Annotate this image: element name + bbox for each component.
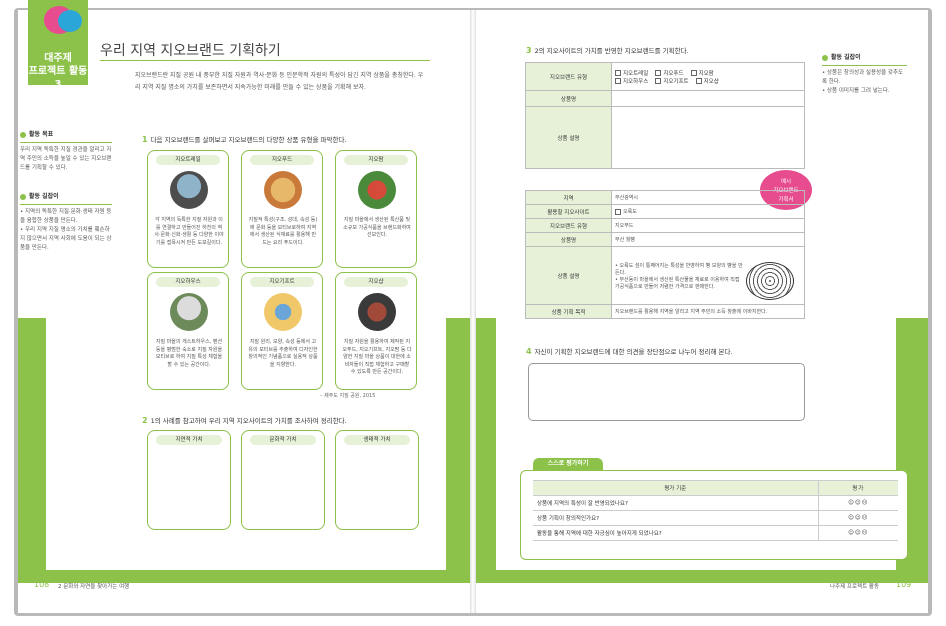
geofood-photo xyxy=(264,171,302,209)
checkbox-icon[interactable] xyxy=(655,78,662,84)
badge-line2: 프로젝트 활동 3 xyxy=(28,66,88,90)
card-text: 지질 자원을 활용하여 제작된 지오푸드, 지오기프트, 지오팜 등 다양한 지… xyxy=(342,339,412,375)
cookie-illustration xyxy=(746,262,794,300)
face-rating-icons[interactable]: ☺☺☹ xyxy=(817,495,898,511)
form-label: 지오브랜드 유형 xyxy=(525,62,612,91)
card-geofood: 지오푸드 지질적 특성(구조, 성대, 속성 등)에 문화 등을 모티브로하여 … xyxy=(241,150,323,268)
card-geohouse: 지오하우스 지질 마을의 게스트하우스, 펜션 등을 평범한 숙소로 지질 자원… xyxy=(147,272,229,390)
eval-criterion: 상품에 지역의 특성이 잘 반영되었나요? xyxy=(533,495,818,511)
geofarm-photo xyxy=(358,171,396,209)
guide-item: • 상품 이미지를 그려 넣는다. xyxy=(822,88,890,94)
face-rating-icons[interactable]: ☺☺☹ xyxy=(817,525,898,541)
card-geotrail: 지오트레일 각 지역의 독특한 지질 자원과 이를 연결하고 만들어진 하천의 … xyxy=(147,150,229,268)
guide-item: • 상품은 창의성과 실용성을 갖추도록 한다. xyxy=(822,70,904,85)
leaf-icon xyxy=(20,193,26,200)
divider xyxy=(822,65,907,66)
card-text: 지질 마을에서 생산된 특산품 및 소규모 가공식품을 브랜드화하여 선보인다. xyxy=(343,217,411,238)
eval-criterion: 상품 기획이 창의적인가요? xyxy=(533,510,818,526)
title-underline xyxy=(100,60,430,61)
card-label: 지오하우스 xyxy=(156,277,220,287)
checkbox-icon[interactable] xyxy=(615,78,621,84)
badge-line1: 대주제 xyxy=(44,53,72,64)
self-eval-tab: 스스로 평가하기 xyxy=(533,458,603,470)
card-geofarm: 지오팜 지질 마을에서 생산된 특산품 및 소규모 가공식품을 브랜드화하여 선… xyxy=(335,150,417,268)
right-page-number: 109 xyxy=(896,580,912,589)
goal-box: 활동 목표 우리 지역 독특한 지질 경관을 알리고 지역 주민의 소득을 높일… xyxy=(20,130,112,173)
question-1: 1 다음 지오브랜드를 살펴보고 지오브랜드의 다양한 상품 유형을 파악한다. xyxy=(142,135,347,144)
card-label: 지오트레일 xyxy=(156,155,220,165)
card-label: 지오기프트 xyxy=(250,277,314,287)
checkbox-icon[interactable] xyxy=(615,70,621,76)
goal-head: 활동 목표 xyxy=(20,130,112,139)
checkbox-icon[interactable] xyxy=(695,78,702,84)
card-text: 각 지역의 독특한 지질 자원과 이를 연결하고 만들어진 하천의 역사·문화·… xyxy=(154,217,224,246)
example-form: 지역 부산광역시 활용할 지오사이트 오륙도 지오브랜드 유형 지오푸드 상품명 부산 … xyxy=(525,190,805,319)
checkbox-icon[interactable] xyxy=(690,70,697,76)
geoshop-photo xyxy=(358,293,396,331)
product-desc-field[interactable] xyxy=(611,106,805,169)
left-page-label: 2 문화와 자연을 찾아가는 여행 xyxy=(58,584,130,590)
value-box-ecological[interactable]: 생태적 가치 xyxy=(335,430,419,530)
leaf-icon xyxy=(822,54,828,61)
card-geoshop: 지오샵 지질 자원을 활용하여 제작된 지오푸드, 지오기프트, 지오팜 등 다… xyxy=(335,272,417,390)
badge-title: 대주제 프로젝트 활동 3 xyxy=(28,52,88,91)
right-guide-box: 활동 길잡이 • 상품은 창의성과 실용성을 갖추도록 한다. • 상품 이미지… xyxy=(822,53,907,96)
question-3: 3 2의 지오사이트의 가치를 반영한 지오브랜드를 기획한다. xyxy=(526,46,689,55)
source-note: – 제주도 지질 공원, 2015 xyxy=(320,393,376,399)
checkbox-icon[interactable] xyxy=(655,70,662,76)
geohouse-photo xyxy=(170,293,208,331)
option-geohouse[interactable]: 지오하우스 xyxy=(615,78,648,85)
divider xyxy=(20,204,112,205)
product-name-field[interactable] xyxy=(611,90,805,107)
face-rating-icons[interactable]: ☺☺☹ xyxy=(817,510,898,526)
divider xyxy=(20,142,112,143)
card-label: 지오팜 xyxy=(344,155,408,165)
question-4: 4 자신이 기획한 지오브랜드에 대한 의견을 장단점으로 나누어 정리해 본다. xyxy=(526,347,733,356)
option-geofood[interactable]: 지오푸드 xyxy=(655,70,684,77)
intro-paragraph: 지오브랜드란 지질 공원 내 풍부한 지질 자원과 역사·문화 등 인문학적 자… xyxy=(135,72,424,91)
guide-item: • 우리 지역 지질 명소의 가치를 훼손하지 않으면서 지역 사회에 도움이 … xyxy=(20,227,112,251)
left-page-number: 108 xyxy=(34,580,50,589)
guide-item: • 지역의 독특한 지질·문화·생태 자원 등을 융합한 상품을 만든다. xyxy=(20,209,112,224)
option-geoshop[interactable]: 지오샵 xyxy=(695,78,719,85)
desc-item: • 오륙도 섬이 통째어지는 특성을 반영하여 빵 모양의 빵을 만든다. xyxy=(615,262,743,276)
geotrail-photo xyxy=(170,171,208,209)
value-box-natural[interactable]: 지연적 가치 xyxy=(147,430,231,530)
option-geogift[interactable]: 지오기프트 xyxy=(655,78,689,85)
card-text: 지질 마을의 게스트하우스, 펜션 등을 평범한 숙소로 지질 자원을 모티브로… xyxy=(155,339,223,368)
option-geotrail[interactable]: 지오트레일 xyxy=(615,70,648,77)
question-2: 2 1의 사례를 참고하여 우리 지역 지오사이트의 가치를 조사하여 정리한다. xyxy=(142,416,347,425)
goal-text: 우리 지역 독특한 지질 경관을 알리고 지역 주민의 소득을 높일 수 있는 … xyxy=(20,147,112,171)
eval-criterion: 활동을 통해 지역에 대한 자긍심이 높아지게 되었나요? xyxy=(533,525,818,541)
planning-form: 지오브랜드 유형 지오트레일 지오푸드 지오팜 지오하우스 지오기프트 지오샵 … xyxy=(525,62,805,169)
card-geogift: 지오기프트 지질 원리, 모양, 속성 등에서 고유의 모티브를 추출하여 디자… xyxy=(241,272,323,390)
opinion-answer-box[interactable] xyxy=(528,363,805,421)
self-eval-table: 평가 기준 평가 상품에 지역의 특성이 잘 반영되었나요? ☺☺☹ 상품 기획… xyxy=(533,480,898,541)
checkbox-icon xyxy=(615,208,621,215)
form-label: 상품 설명 xyxy=(525,106,612,169)
guide-head: 활동 길잡이 xyxy=(20,192,112,201)
guide-box: 활동 길잡이 • 지역의 독특한 지질·문화·생태 자원 등을 융합한 상품을 … xyxy=(20,192,112,253)
card-text: 지질 원리, 모양, 속성 등에서 고유의 모티브를 추출하여 디자인한 창의적… xyxy=(248,339,318,368)
geogift-photo xyxy=(264,293,302,331)
right-page-label: 나주제 프로젝트 활동 xyxy=(830,584,880,590)
type-options: 지오트레일 지오푸드 지오팜 지오하우스 지오기프트 지오샵 xyxy=(611,62,805,91)
logo-icon-secondary xyxy=(58,10,82,32)
leaf-icon xyxy=(20,131,26,138)
card-text: 지질적 특성(구조, 성대, 속성 등)에 문화 등을 모티브로하여 지역에서 … xyxy=(248,217,318,246)
page-title: 우리 지역 지오브랜드 기획하기 xyxy=(100,43,281,59)
book-spine xyxy=(470,10,476,613)
form-label: 상품명 xyxy=(525,90,612,107)
desc-item: • 부산동이 마을에서 생산된 특산물을 재료로 이용하여 직접 가공식품으로 … xyxy=(615,276,740,290)
option-geofarm[interactable]: 지오팜 xyxy=(690,70,714,77)
card-label: 지오샵 xyxy=(344,277,408,287)
value-box-cultural[interactable]: 문화적 가치 xyxy=(241,430,325,530)
card-label: 지오푸드 xyxy=(250,155,314,165)
